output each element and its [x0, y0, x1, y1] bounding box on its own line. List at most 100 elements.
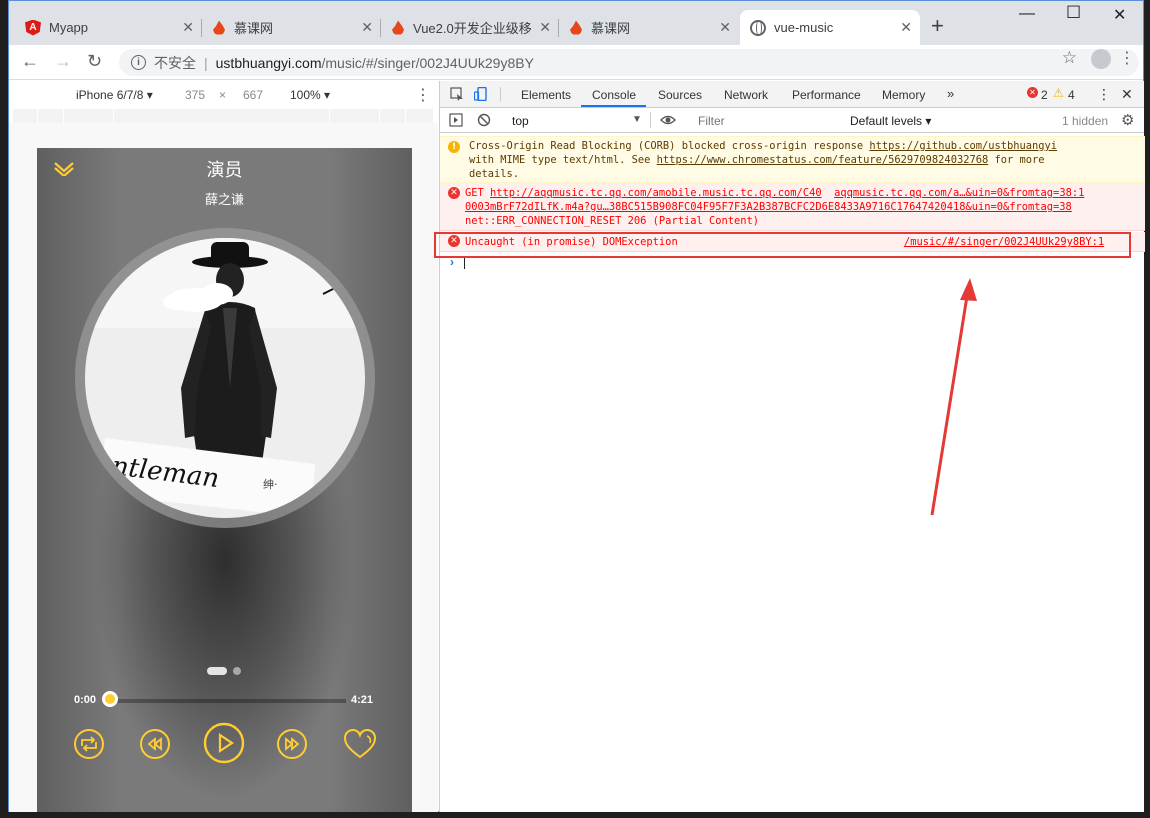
- tab-console[interactable]: Console: [592, 88, 636, 102]
- console-input[interactable]: [464, 257, 465, 269]
- tab-vue-course[interactable]: Vue2.0开发企业级移动 ✕: [381, 10, 559, 45]
- tab-title: 慕课网: [234, 21, 274, 36]
- device-width[interactable]: 375: [185, 88, 205, 102]
- tab-strip: A Myapp ✕ 慕课网 ✕ Vue2.0开发企业级移动 ✕ 慕课网 ✕ vu…: [9, 1, 1143, 45]
- tab-performance[interactable]: Performance: [792, 88, 861, 102]
- log-levels-select[interactable]: Default levels ▾: [850, 114, 931, 128]
- profile-avatar[interactable]: [1091, 49, 1111, 69]
- progress-bar[interactable]: [110, 699, 346, 703]
- device-name: iPhone 6/7/8: [76, 88, 144, 102]
- window-close-button[interactable]: ✕: [1113, 5, 1126, 25]
- divider: |: [204, 54, 208, 71]
- tab-title: Vue2.0开发企业级移动: [413, 21, 531, 36]
- error-request-url[interactable]: http://aqqmusic.tc.qq.com/amobile.music.…: [490, 187, 822, 199]
- tab-vue-music[interactable]: vue-music ✕: [740, 10, 920, 45]
- warning-count-icon[interactable]: ⚠: [1053, 86, 1064, 100]
- device-toolbar: iPhone 6/7/8 ▾ 375 × 667 100% ▾ ⋮: [9, 81, 438, 108]
- angular-icon: A: [25, 19, 41, 36]
- devtools-menu-icon[interactable]: ⋮: [1097, 86, 1111, 103]
- annotation-arrow: [930, 278, 977, 516]
- tab-title: vue-music: [774, 20, 834, 35]
- prev-icon[interactable]: [139, 728, 171, 760]
- forward-button[interactable]: →: [54, 51, 72, 72]
- inspect-element-icon[interactable]: [450, 87, 464, 101]
- browser-menu-icon[interactable]: ⋮: [1119, 48, 1135, 68]
- close-icon[interactable]: ✕: [539, 19, 551, 36]
- close-devtools-icon[interactable]: ✕: [1121, 86, 1133, 103]
- warning-count[interactable]: 4: [1068, 88, 1075, 102]
- device-select[interactable]: iPhone 6/7/8 ▾: [76, 88, 153, 102]
- tab-imooc-1[interactable]: 慕课网 ✕: [202, 10, 381, 45]
- tab-network[interactable]: Network: [724, 88, 768, 102]
- gear-icon[interactable]: ⚙: [1121, 111, 1134, 129]
- tab-imooc-2[interactable]: 慕课网 ✕: [559, 10, 739, 45]
- warning-link-github[interactable]: https://github.com/ustbhuangyi: [869, 140, 1057, 152]
- back-button[interactable]: ←: [21, 51, 39, 72]
- error-count-icon[interactable]: ✕: [1027, 87, 1038, 98]
- error-text: GET http://aqqmusic.tc.qq.com/amobile.mu…: [465, 186, 1140, 228]
- url-host: ustbhuangyi.com: [215, 54, 322, 71]
- album-cover-image: ntleman 绅·: [85, 238, 365, 518]
- console-error-get: ✕ GET http://aqqmusic.tc.qq.com/amobile.…: [440, 183, 1145, 231]
- device-toolbar-icon[interactable]: [474, 87, 488, 101]
- close-icon[interactable]: ✕: [719, 19, 731, 36]
- current-time: 0:00: [74, 694, 97, 706]
- imooc-icon: [391, 20, 405, 36]
- error-request-url-cont[interactable]: 0003mBrF72dILfK.m4a?gu…38BC515B908FC04F9…: [465, 201, 1072, 213]
- play-icon[interactable]: [203, 722, 245, 764]
- error-icon: ✕: [448, 187, 460, 199]
- context-select[interactable]: top: [512, 114, 529, 128]
- console-filter-input[interactable]: [694, 111, 842, 130]
- hidden-count[interactable]: 1 hidden: [1062, 114, 1108, 128]
- tab-title: Myapp: [49, 20, 89, 35]
- eye-icon[interactable]: [660, 113, 676, 127]
- zoom-select[interactable]: 100% ▾: [290, 88, 330, 102]
- tab-myapp[interactable]: A Myapp ✕: [15, 10, 202, 45]
- tab-title: 慕课网: [591, 21, 631, 36]
- error-detail: net::ERR_CONNECTION_RESET 206 (Partial C…: [465, 215, 760, 227]
- close-icon[interactable]: ✕: [900, 19, 912, 36]
- minimize-button[interactable]: —: [1019, 5, 1035, 23]
- close-icon[interactable]: ✕: [182, 19, 194, 36]
- device-menu-icon[interactable]: ⋮: [415, 85, 431, 105]
- device-height[interactable]: 667: [243, 88, 263, 102]
- favorite-icon[interactable]: [343, 728, 377, 760]
- tab-sources[interactable]: Sources: [658, 88, 702, 102]
- warning-line: for more: [988, 154, 1045, 166]
- clear-console-icon[interactable]: [477, 113, 491, 127]
- maximize-button[interactable]: ☐: [1066, 3, 1081, 23]
- warning-line: with MIME type text/html. See: [469, 154, 657, 166]
- new-tab-button[interactable]: +: [931, 13, 944, 39]
- total-time: 4:21: [351, 694, 374, 706]
- tab-elements[interactable]: Elements: [521, 88, 571, 102]
- next-icon[interactable]: [276, 728, 308, 760]
- page-dot-cd[interactable]: [207, 667, 227, 675]
- bookmark-star-icon[interactable]: ☆: [1062, 48, 1077, 68]
- tab-memory[interactable]: Memory: [882, 88, 925, 102]
- warning-icon: !: [448, 141, 460, 153]
- warning-link-chromestatus[interactable]: https://www.chromestatus.com/feature/562…: [657, 154, 989, 166]
- warning-text: Cross-Origin Read Blocking (CORB) blocke…: [469, 139, 1139, 181]
- sidebar-toggle-icon[interactable]: [449, 113, 463, 127]
- http-method: GET: [465, 187, 491, 199]
- more-tabs-button[interactable]: »: [947, 86, 954, 101]
- divider: [500, 87, 501, 102]
- song-singer: 薛之谦: [204, 193, 244, 208]
- media-query-ruler[interactable]: [13, 109, 433, 123]
- info-icon[interactable]: i: [131, 55, 146, 70]
- sequence-mode-icon[interactable]: [73, 728, 105, 760]
- error-count[interactable]: 2: [1041, 88, 1048, 102]
- devtools-panel: Elements Console Sources Network Perform…: [439, 81, 1145, 812]
- browser-toolbar: ← → ↻ i 不安全 | ustbhuangyi.com /music/#/s…: [9, 45, 1143, 80]
- warning-line: details.: [469, 168, 520, 180]
- album-cd: ntleman 绅·: [75, 228, 375, 528]
- console-warning-corb: ! Cross-Origin Read Blocking (CORB) bloc…: [440, 136, 1145, 183]
- page-dot-lyric[interactable]: [233, 667, 241, 675]
- address-bar[interactable]: i 不安全 | ustbhuangyi.com /music/#/singer/…: [119, 49, 1139, 76]
- zoom-value: 100%: [290, 88, 321, 102]
- reload-button[interactable]: ↻: [87, 51, 102, 72]
- error-source-link[interactable]: aqqmusic.tc.qq.com/a…&uin=0&fromtag=38:1: [834, 187, 1084, 199]
- close-icon[interactable]: ✕: [361, 19, 373, 36]
- chevron-down-icon[interactable]: ▼: [632, 114, 642, 125]
- progress-handle[interactable]: [102, 691, 118, 707]
